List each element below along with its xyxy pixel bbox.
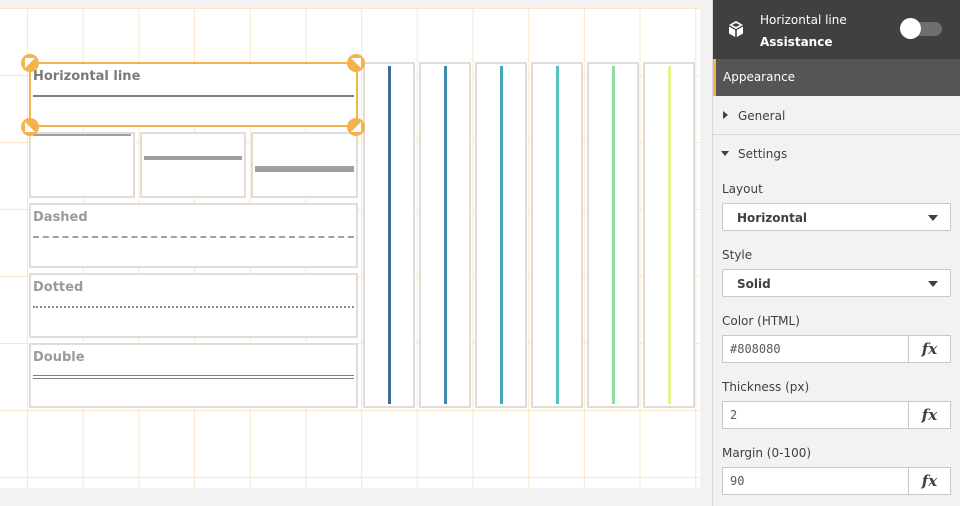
toggle-knob [900,18,921,39]
caret-down-icon [928,215,938,221]
double-line [33,375,354,379]
resize-handle-top-right[interactable] [347,54,365,72]
thickness-input[interactable] [723,402,908,428]
dashed-line-object[interactable]: Dashed [29,203,358,268]
object-title: Dashed [33,210,88,225]
style-value: Solid [737,277,771,291]
color-input[interactable] [723,336,908,362]
vertical-line-object[interactable] [363,62,415,408]
general-accordion[interactable]: General [713,97,960,135]
vertical-line [611,66,615,404]
dashed-line [33,236,354,238]
margin-expression-button[interactable]: fx [908,467,951,495]
thickness-expression-button[interactable]: fx [908,401,951,429]
margin-input[interactable] [723,468,908,494]
thickness-field[interactable] [722,401,908,429]
margin-field[interactable] [722,467,908,495]
dotted-line-object[interactable]: Dotted [29,273,358,338]
medium-line [144,156,242,160]
line-medium-object[interactable] [140,132,246,198]
color-field[interactable] [722,335,908,363]
chevron-right-icon [723,111,728,119]
vertical-line [387,66,391,404]
settings-label: Settings [738,147,788,161]
thick-line [255,166,354,172]
object-title: Double [33,350,85,365]
layout-dropdown[interactable]: Horizontal [722,203,951,231]
vertical-line [667,66,671,404]
assistance-label: Assistance [760,35,833,49]
object-type-title: Horizontal line [760,13,847,27]
panel-gutter [700,0,712,506]
vertical-line [443,66,447,404]
appearance-label: Appearance [723,70,796,84]
properties-panel: Horizontal line Assistance Appearance Ge… [712,0,960,506]
general-label: General [738,109,786,123]
line-thick-object[interactable] [251,132,358,198]
settings-accordion[interactable]: Settings [713,135,960,173]
selection-frame [29,62,358,127]
style-label: Style [722,248,753,262]
double-line-object[interactable]: Double [29,343,358,408]
resize-handle-bottom-right[interactable] [347,118,365,136]
appearance-section[interactable]: Appearance [713,59,960,96]
vertical-line [555,66,559,404]
resize-handle-bottom-left[interactable] [21,118,39,136]
margin-label: Margin (0-100) [722,446,812,460]
assistance-toggle[interactable] [900,18,942,39]
color-expression-button[interactable]: fx [908,335,951,363]
layout-label: Layout [722,182,763,196]
resize-handle-top-left[interactable] [21,54,39,72]
chevron-down-icon [721,151,729,156]
vertical-line-object[interactable] [643,62,695,408]
cube-icon [729,21,743,37]
vertical-line-object[interactable] [587,62,639,408]
app-root: Horizontal line Dashed Dotted Double Hor… [0,0,960,506]
color-label: Color (HTML) [722,314,800,328]
object-title: Dotted [33,280,84,295]
layout-value: Horizontal [737,211,808,225]
line-thin-object[interactable] [29,132,135,198]
caret-down-icon [928,281,938,287]
style-dropdown[interactable]: Solid [722,269,951,297]
thickness-label: Thickness (px) [722,380,810,394]
panel-header: Horizontal line Assistance [713,0,960,59]
vertical-line-object[interactable] [531,62,583,408]
thin-line [33,134,131,136]
vertical-line [499,66,503,404]
dotted-line [33,306,354,308]
vertical-line-object[interactable] [475,62,527,408]
vertical-line-object[interactable] [419,62,471,408]
